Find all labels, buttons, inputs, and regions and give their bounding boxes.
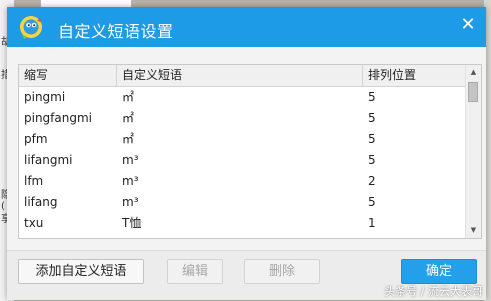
cell-abbr: pingmi (24, 90, 66, 104)
column-header-abbr[interactable]: 缩写 (19, 65, 117, 86)
table-row[interactable]: lifang m³ 5 (19, 192, 465, 213)
table-row[interactable]: pfm ㎡ 5 (19, 129, 465, 150)
cell-position: 5 (368, 111, 376, 125)
table-header: 缩写 自定义短语 排列位置 (19, 65, 465, 87)
scroll-up-icon[interactable]: ▲ (466, 65, 481, 80)
phrase-table: 缩写 自定义短语 排列位置 pingmi ㎡ 5 pingfangmi ㎡ 5 … (18, 64, 482, 239)
table-row[interactable]: pingfangmi ㎡ 5 (19, 108, 465, 129)
confirm-button[interactable]: 确定 (401, 259, 477, 284)
edit-button[interactable]: 编辑 (167, 259, 223, 284)
cell-position: 5 (368, 195, 376, 209)
cell-phrase: ㎡ (122, 132, 135, 146)
column-header-position[interactable]: 排列位置 (363, 65, 465, 86)
table-row[interactable]: txu T恤 1 (19, 213, 465, 234)
cell-phrase: m³ (122, 174, 139, 188)
app-logo-icon (20, 16, 42, 39)
cell-phrase: ㎡ (122, 90, 135, 104)
cell-position: 2 (368, 174, 376, 188)
table-row[interactable]: lfm m³ 2 (19, 171, 465, 192)
cell-abbr: lifangmi (24, 153, 73, 167)
cell-phrase: ㎡ (122, 111, 135, 125)
table-row[interactable]: pingmi ㎡ 5 (19, 87, 465, 108)
add-phrase-button[interactable]: 添加自定义短语 (18, 259, 144, 284)
cell-position: 5 (368, 132, 376, 146)
cell-abbr: pingfangmi (24, 111, 92, 125)
cell-phrase: T恤 (122, 216, 142, 230)
close-icon[interactable]: ✕ (458, 15, 478, 35)
cell-position: 5 (368, 153, 376, 167)
table-row[interactable]: lifangmi m³ 5 (19, 150, 465, 171)
scroll-down-icon[interactable]: ▼ (466, 223, 481, 238)
cell-abbr: lifang (24, 195, 58, 209)
dialog-title: 自定义短语设置 (58, 22, 174, 41)
cell-phrase: m³ (122, 153, 139, 167)
title-bar[interactable]: 自定义短语设置 ✕ (7, 7, 486, 47)
cell-position: 1 (368, 216, 376, 230)
cell-phrase: m³ (122, 195, 139, 209)
column-header-phrase[interactable]: 自定义短语 (117, 65, 363, 86)
cell-abbr: pfm (24, 132, 48, 146)
phrase-settings-dialog: 自定义短语设置 ✕ 缩写 自定义短语 排列位置 pingmi ㎡ 5 pingf… (7, 7, 486, 300)
cell-position: 5 (368, 90, 376, 104)
cell-abbr: txu (24, 216, 44, 230)
cell-abbr: lfm (24, 174, 44, 188)
scrollbar-thumb[interactable] (468, 82, 478, 102)
vertical-scrollbar[interactable]: ▲ ▼ (465, 65, 481, 238)
watermark-text: 头条号 / 流云大表哥 (384, 285, 483, 298)
table-body: pingmi ㎡ 5 pingfangmi ㎡ 5 pfm ㎡ 5 lifang… (19, 87, 465, 234)
delete-button[interactable]: 删除 (244, 259, 320, 284)
